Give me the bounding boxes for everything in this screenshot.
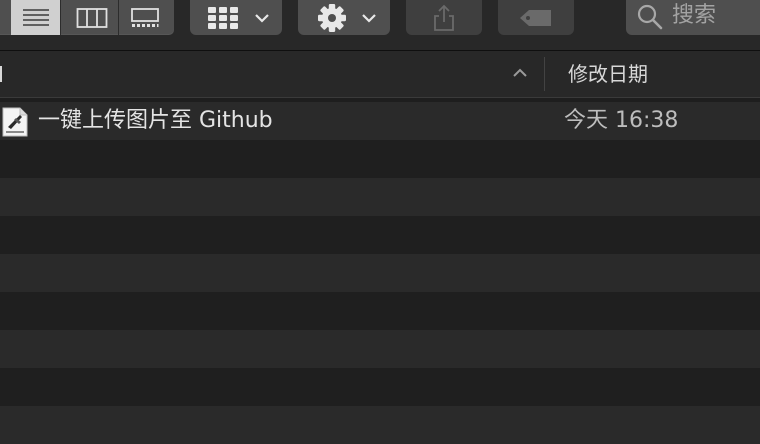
column-header: 修改日期 — [0, 51, 760, 98]
file-name: 一键上传图片至 Github — [38, 108, 273, 133]
gallery-icon — [131, 7, 159, 27]
empty-row — [0, 330, 760, 368]
search-placeholder: 搜索 — [672, 3, 717, 28]
empty-row — [0, 254, 760, 292]
chevron-down-icon — [362, 13, 376, 23]
file-list: 一键上传图片至 Github 今天 16:38 — [0, 102, 760, 444]
column-view-button[interactable] — [67, 0, 117, 35]
alfred-workflow-icon — [2, 107, 28, 141]
empty-row — [0, 216, 760, 254]
tag-icon — [520, 9, 551, 26]
list-view-button[interactable] — [11, 0, 60, 35]
empty-row — [0, 292, 760, 330]
search-icon — [637, 4, 663, 30]
chevron-down-icon — [255, 13, 269, 23]
grid-icon — [208, 6, 238, 29]
view-mode-control — [0, 0, 174, 35]
file-row[interactable]: 一键上传图片至 Github 今天 16:38 — [0, 102, 760, 140]
file-date-modified: 今天 16:38 — [564, 108, 679, 133]
date-modified-column-header[interactable]: 修改日期 — [568, 60, 648, 88]
group-by-button[interactable] — [190, 0, 282, 35]
columns-icon — [76, 7, 108, 28]
list-icon — [22, 8, 49, 26]
empty-row — [0, 368, 760, 406]
empty-row — [0, 406, 760, 444]
chevron-up-icon[interactable] — [512, 68, 528, 78]
search-field[interactable]: 搜索 — [626, 0, 760, 35]
action-button[interactable] — [298, 0, 390, 35]
toolbar: 搜索 — [0, 0, 760, 51]
empty-row — [0, 140, 760, 178]
name-column-header[interactable] — [0, 63, 4, 85]
share-button[interactable] — [406, 0, 482, 35]
column-divider[interactable] — [544, 57, 545, 91]
gallery-view-button[interactable] — [120, 0, 170, 35]
share-icon — [434, 4, 454, 31]
empty-row — [0, 178, 760, 216]
gear-icon — [318, 3, 346, 32]
tag-button[interactable] — [498, 0, 574, 35]
